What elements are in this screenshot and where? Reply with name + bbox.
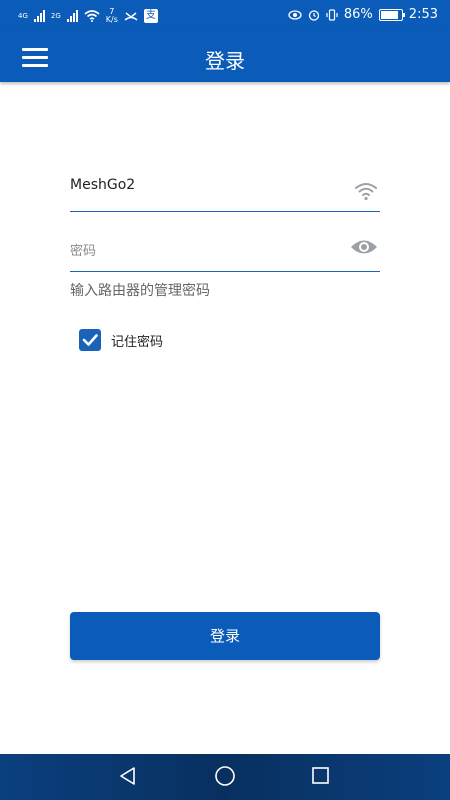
checkmark-icon	[82, 334, 98, 346]
clock: 2:53	[408, 7, 438, 22]
status-bar-left: 4G 2G 7 K/s 支	[18, 8, 158, 24]
alarm-icon	[308, 9, 320, 21]
status-bar-right: 86% 2:53	[288, 7, 438, 22]
battery-level	[380, 10, 398, 19]
speed-indicator: 7 K/s	[106, 8, 118, 24]
password-field[interactable]: 密码	[70, 226, 380, 272]
wifi-icon	[355, 183, 377, 201]
battery-icon	[378, 8, 405, 21]
home-icon[interactable]	[214, 766, 236, 788]
ssid-field[interactable]: MeshGo2	[70, 168, 380, 212]
eye-comfort-icon	[288, 9, 302, 20]
page-title: 登录	[205, 49, 245, 73]
eye-icon[interactable]	[350, 238, 378, 256]
battery-percent: 86%	[343, 7, 373, 22]
navigation-bar	[0, 754, 450, 800]
wifi-status-icon	[84, 10, 100, 22]
remember-password-label[interactable]: 记住密码	[111, 331, 163, 350]
status-bar: 4G 2G 7 K/s 支 86% 2:53	[0, 0, 450, 32]
back-icon[interactable]	[118, 766, 138, 786]
network-type-1: 4G	[18, 11, 28, 20]
remember-password-checkbox[interactable]	[79, 329, 101, 351]
app-bar: 登录	[0, 32, 450, 82]
vibrate-icon	[326, 8, 338, 21]
recents-icon[interactable]	[311, 766, 331, 786]
app-icon: 支	[143, 9, 158, 23]
password-placeholder: 密码	[70, 244, 97, 259]
signal-icon	[33, 10, 45, 22]
login-button[interactable]: 登录	[70, 612, 380, 660]
notification-icon	[124, 12, 138, 21]
network-type-2: 2G	[50, 11, 61, 20]
speed-unit: K/s	[105, 15, 118, 24]
ssid-value: MeshGo2	[70, 177, 136, 193]
signal-icon-2	[66, 10, 78, 22]
password-hint: 输入路由器的管理密码	[70, 283, 210, 299]
